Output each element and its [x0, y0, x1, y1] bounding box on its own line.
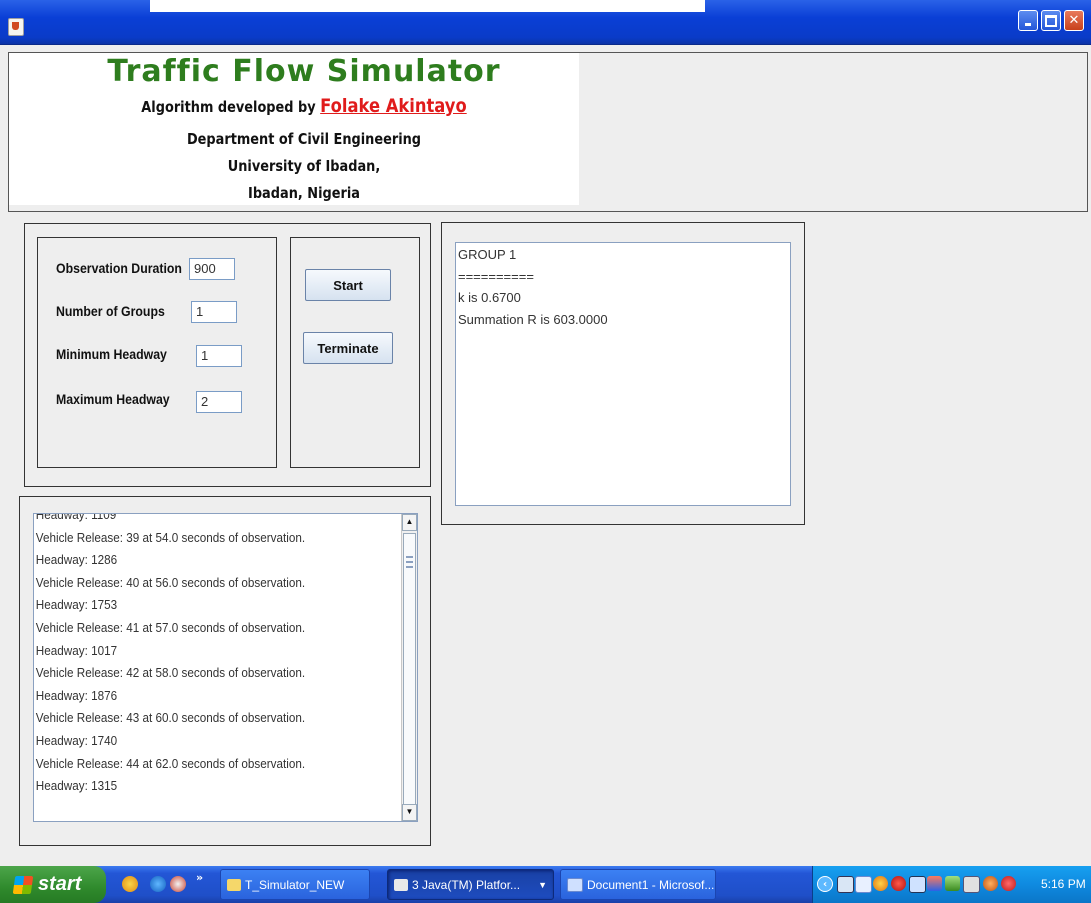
quicklaunch-chrome-icon[interactable] [122, 876, 138, 892]
scrollbar-thumb[interactable] [403, 533, 416, 821]
firefox-icon[interactable] [873, 876, 888, 891]
observation-duration-label: Observation Duration [56, 260, 182, 276]
windows-logo-icon [12, 875, 34, 894]
banner-image: Traffic Flow Simulator Algorithm develop… [9, 53, 579, 205]
connection-icon[interactable] [963, 876, 980, 893]
minimize-icon [1019, 11, 1037, 30]
department-text: Department of Civil Engineering [186, 130, 422, 148]
results-panel: GROUP 1 ========== k is 0.6700 Summation… [441, 222, 805, 525]
folder-icon [227, 878, 241, 891]
log-panel: Headway: 1109 Vehicle Release: 39 at 54.… [19, 496, 431, 846]
task-label: Document1 - Microsof... [587, 877, 715, 892]
group-dropdown-icon: ▼ [538, 879, 547, 890]
update-icon[interactable] [983, 876, 998, 891]
log-line: Headway: 1315 [35, 778, 118, 794]
task-label: T_Simulator_NEW [245, 877, 345, 892]
tray-app-icon[interactable] [855, 876, 872, 893]
actions-panel: Start Terminate [290, 237, 420, 468]
show-hidden-icons-icon[interactable]: ‹ [817, 876, 833, 892]
security-shield-icon[interactable] [1001, 876, 1016, 891]
result-line: Summation R is 603.0000 [458, 312, 608, 328]
log-line: Vehicle Release: 43 at 60.0 seconds of o… [35, 710, 306, 726]
task-label: 3 Java(TM) Platfor... [412, 877, 521, 892]
sound-icon[interactable] [945, 876, 960, 891]
minimum-headway-label: Minimum Headway [56, 346, 167, 362]
network-icon[interactable] [837, 876, 854, 893]
log-line: Headway: 1753 [35, 597, 118, 613]
word-document-icon [567, 877, 583, 892]
restore-icon [1042, 11, 1060, 30]
java-icon [394, 878, 408, 891]
scroll-up-arrow-icon[interactable]: ▲ [402, 514, 417, 531]
number-of-groups-label: Number of Groups [56, 303, 165, 319]
messenger-icon[interactable] [927, 876, 942, 891]
minimize-button[interactable] [1018, 10, 1038, 31]
taskbar: start » T_Simulator_NEW 3 Java(TM) Platf… [0, 866, 1091, 903]
quicklaunch-expand-icon[interactable]: » [196, 871, 203, 884]
log-line: Vehicle Release: 39 at 54.0 seconds of o… [35, 529, 306, 545]
scroll-down-arrow-icon[interactable]: ▼ [402, 804, 417, 821]
quicklaunch-ie-icon[interactable] [150, 876, 166, 892]
log-line: Vehicle Release: 41 at 57.0 seconds of o… [35, 619, 306, 635]
log-line: Vehicle Release: 40 at 56.0 seconds of o… [35, 574, 306, 590]
university-text: University of Ibadan, [227, 157, 381, 175]
log-content: Headway: 1109 Vehicle Release: 39 at 54.… [34, 513, 399, 798]
parameters-panel: Observation Duration 900 Number of Group… [37, 237, 277, 468]
log-line: Headway: 1286 [35, 552, 118, 568]
algorithm-credit: Algorithm developed by Folake Akintayo [50, 95, 557, 117]
result-line: k is 0.6700 [458, 289, 521, 305]
result-line: GROUP 1 [458, 247, 517, 262]
window-title-bar[interactable]: ✕ [0, 0, 1091, 45]
quicklaunch-opera-icon[interactable] [170, 876, 186, 892]
result-line: ========== [458, 268, 534, 284]
log-line: Headway: 1017 [35, 642, 118, 658]
maximum-headway-field[interactable]: 2 [196, 391, 242, 413]
monitor-icon[interactable] [909, 876, 926, 893]
location-text: Ibadan, Nigeria [248, 184, 360, 202]
author-name: Folake Akintayo [320, 95, 467, 117]
terminate-button[interactable]: Terminate [303, 332, 393, 364]
system-clock[interactable]: 5:16 PM [1041, 877, 1086, 891]
number-of-groups-field[interactable]: 1 [191, 301, 237, 323]
maximize-button[interactable] [1041, 10, 1061, 31]
antivirus-icon[interactable] [891, 876, 906, 891]
java-app-icon[interactable] [8, 18, 24, 36]
header-panel: Traffic Flow Simulator Algorithm develop… [8, 52, 1088, 212]
log-line: Headway: 1109 [35, 513, 117, 522]
log-line: Headway: 1740 [35, 732, 118, 748]
log-line: Headway: 1876 [35, 687, 118, 703]
input-panel: Observation Duration 900 Number of Group… [24, 223, 431, 487]
log-text-area[interactable]: Headway: 1109 Vehicle Release: 39 at 54.… [33, 513, 418, 822]
grip-icon [406, 556, 413, 568]
app-title: Traffic Flow Simulator [107, 54, 501, 89]
log-line: Vehicle Release: 44 at 62.0 seconds of o… [35, 755, 306, 771]
start-label: start [38, 873, 82, 895]
system-tray: ‹ 5:16 PM [812, 866, 1091, 903]
log-scrollbar[interactable]: ▲ ▼ [401, 514, 417, 821]
close-icon: ✕ [1068, 13, 1080, 28]
results-text-area[interactable]: GROUP 1 ========== k is 0.6700 Summation… [455, 242, 791, 506]
taskbar-item-java[interactable]: 3 Java(TM) Platfor... ▼ [387, 869, 554, 900]
log-line: Vehicle Release: 42 at 58.0 seconds of o… [35, 665, 306, 681]
title-bar-highlight [150, 0, 705, 12]
taskbar-item-folder[interactable]: T_Simulator_NEW [220, 869, 370, 900]
close-button[interactable]: ✕ [1064, 10, 1084, 31]
start-button-taskbar[interactable]: start [0, 866, 106, 903]
maximum-headway-label: Maximum Headway [56, 391, 170, 407]
minimum-headway-field[interactable]: 1 [196, 345, 242, 367]
algorithm-prefix: Algorithm developed by [141, 98, 316, 116]
start-button[interactable]: Start [305, 269, 391, 301]
observation-duration-field[interactable]: 900 [189, 258, 235, 280]
taskbar-item-word[interactable]: Document1 - Microsof... [560, 869, 716, 900]
